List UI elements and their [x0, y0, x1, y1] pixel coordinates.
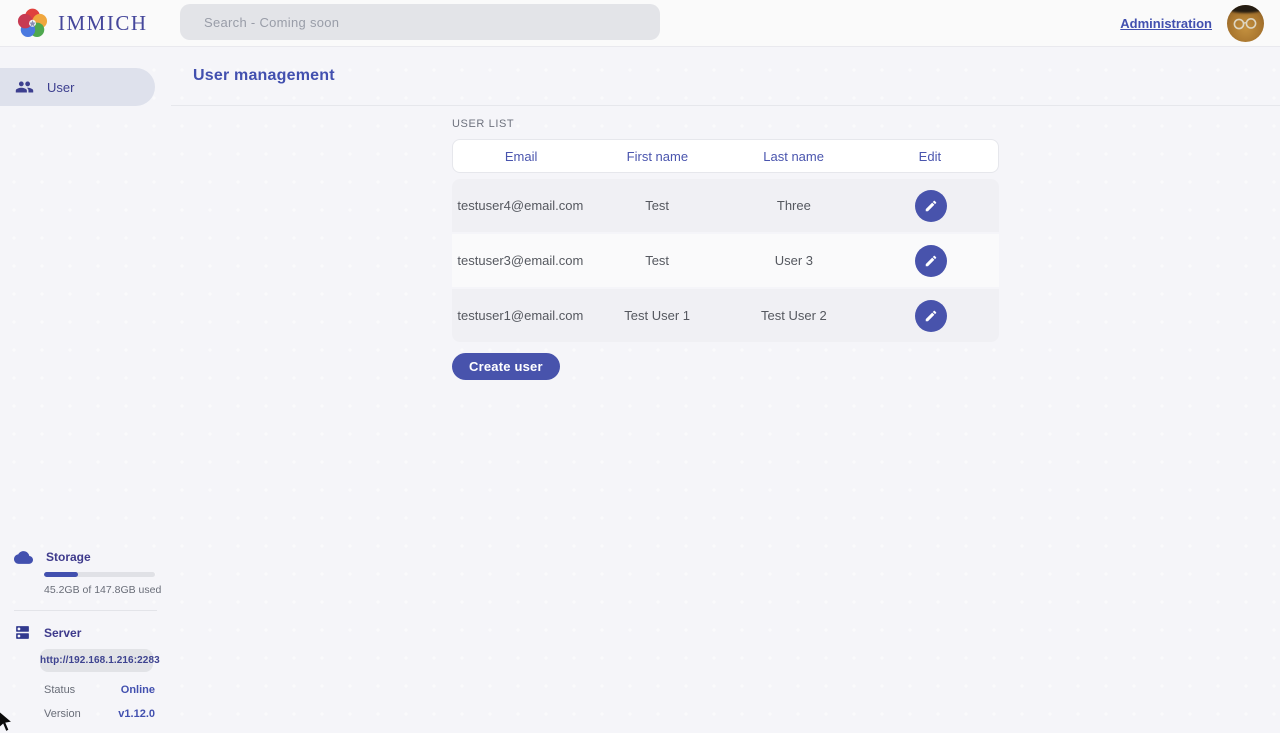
- cell-first-name: Test: [589, 253, 726, 268]
- cell-email: testuser1@email.com: [452, 308, 589, 323]
- sidebar-footer: Storage 45.2GB of 147.8GB used Server ht…: [0, 550, 171, 720]
- status-value: Online: [121, 684, 155, 696]
- search-input[interactable]: Search - Coming soon: [180, 4, 660, 40]
- brand-name: IMMICH: [58, 11, 148, 36]
- pencil-icon: [924, 199, 938, 213]
- user-list-section: USER LIST Email First name Last name Edi…: [171, 106, 1280, 380]
- search-placeholder: Search - Coming soon: [204, 15, 339, 30]
- column-header-last-name: Last name: [726, 149, 862, 164]
- section-label: USER LIST: [452, 118, 1280, 130]
- immich-admin-page: { "header": { "brand": "IMMICH", "search…: [0, 0, 1280, 730]
- column-header-first-name: First name: [589, 149, 725, 164]
- top-bar: IMMICH Search - Coming soon Administrati…: [0, 0, 1280, 47]
- storage-progress-bar: [44, 572, 155, 577]
- create-user-button[interactable]: Create user: [452, 353, 560, 380]
- storage-title: Storage: [46, 550, 91, 564]
- table-row: testuser4@email.com Test Three: [452, 179, 999, 232]
- storage-section-header: Storage: [14, 550, 157, 564]
- page-header: User management: [171, 47, 1280, 106]
- edit-user-button[interactable]: [915, 245, 947, 277]
- server-title: Server: [44, 626, 81, 640]
- storage-progress-fill: [44, 572, 78, 577]
- version-label: Version: [44, 708, 81, 720]
- sidebar: User Storage 45.2GB of 147.8GB used Serv…: [0, 47, 171, 730]
- server-status-row: Status Online: [44, 684, 155, 696]
- edit-user-button[interactable]: [915, 190, 947, 222]
- storage-details: 45.2GB of 147.8GB used: [44, 572, 155, 596]
- cell-first-name: Test: [589, 198, 726, 213]
- brand[interactable]: IMMICH: [16, 7, 148, 40]
- pencil-icon: [924, 309, 938, 323]
- administration-link[interactable]: Administration: [1120, 16, 1212, 31]
- server-url-chip: http://192.168.1.216:2283: [40, 649, 153, 672]
- storage-usage-text: 45.2GB of 147.8GB used: [44, 584, 155, 596]
- cell-email: testuser3@email.com: [452, 253, 589, 268]
- cell-last-name: Test User 2: [726, 308, 863, 323]
- sidebar-item-user[interactable]: User: [0, 68, 155, 106]
- edit-user-button[interactable]: [915, 300, 947, 332]
- page-title: User management: [193, 67, 335, 85]
- cloud-icon: [14, 551, 33, 564]
- server-icon: [14, 624, 31, 641]
- sidebar-item-label: User: [47, 80, 74, 95]
- pencil-icon: [924, 254, 938, 268]
- version-value: v1.12.0: [118, 708, 155, 720]
- cell-last-name: Three: [726, 198, 863, 213]
- server-section-header: Server: [14, 624, 157, 641]
- user-avatar[interactable]: [1227, 5, 1264, 42]
- top-bar-right: Administration: [1120, 5, 1264, 42]
- table-body: testuser4@email.com Test Three testuser3…: [452, 179, 999, 342]
- column-header-email: Email: [453, 149, 589, 164]
- users-icon: [15, 80, 34, 94]
- cell-last-name: User 3: [726, 253, 863, 268]
- server-version-row: Version v1.12.0: [44, 708, 155, 720]
- main-panel: User management USER LIST Email First na…: [171, 47, 1280, 730]
- column-header-edit: Edit: [862, 149, 998, 164]
- sidebar-divider: [14, 610, 157, 611]
- glasses-icon: [1232, 17, 1259, 31]
- status-label: Status: [44, 684, 75, 696]
- table-row: testuser3@email.com Test User 3: [452, 234, 999, 287]
- user-table: Email First name Last name Edit testuser…: [452, 139, 999, 342]
- table-header-row: Email First name Last name Edit: [452, 139, 999, 173]
- server-details: http://192.168.1.216:2283 Status Online …: [44, 649, 155, 720]
- cell-first-name: Test User 1: [589, 308, 726, 323]
- immich-logo-icon: [16, 7, 49, 40]
- cell-email: testuser4@email.com: [452, 198, 589, 213]
- table-row: testuser1@email.com Test User 1 Test Use…: [452, 289, 999, 342]
